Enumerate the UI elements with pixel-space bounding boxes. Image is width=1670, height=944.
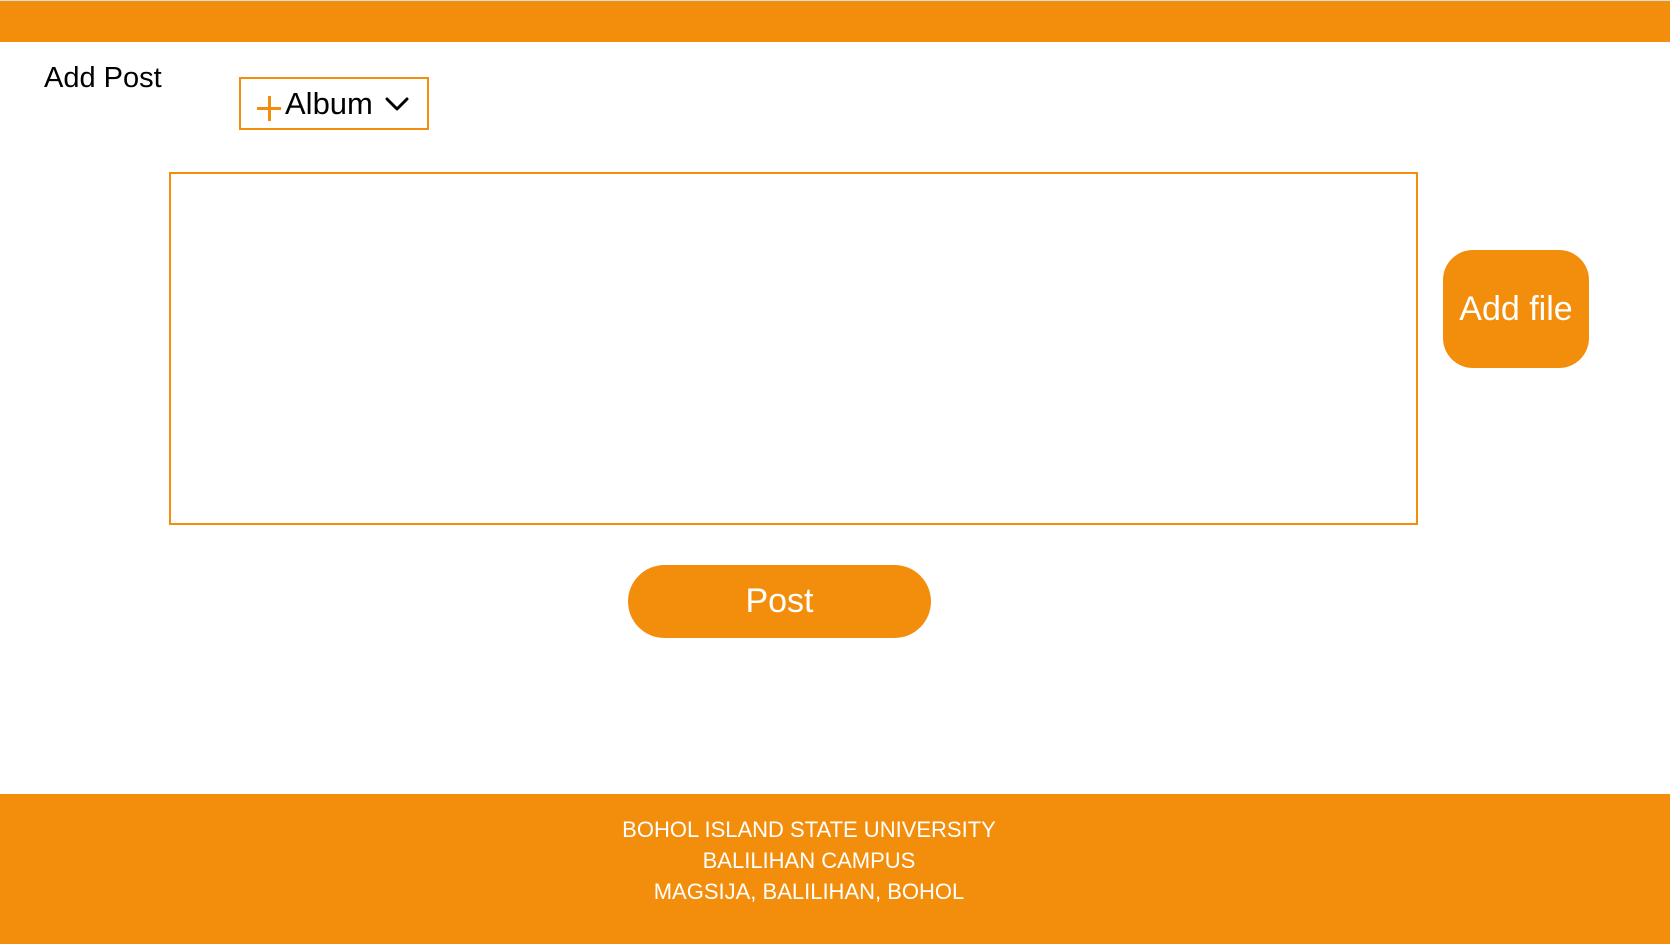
footer-campus-name: BALILIHAN CAMPUS — [702, 848, 916, 873]
album-dropdown-button[interactable]: Album — [239, 77, 429, 130]
add-file-button[interactable]: Add file — [1443, 250, 1589, 368]
top-bar — [0, 0, 1670, 42]
page-title: Add Post — [44, 62, 162, 94]
footer-address: MAGSIJA, BALILIHAN, BOHOL — [653, 879, 965, 904]
plus-icon — [257, 95, 283, 122]
post-button[interactable]: Post — [628, 565, 931, 638]
chevron-down-icon — [385, 97, 409, 110]
footer: BOHOL ISLAND STATE UNIVERSITY BALILIHAN … — [0, 794, 1670, 944]
add-post-page: Add Post Album Add file Post BOHOL ISLAN… — [0, 0, 1670, 944]
post-content-textarea[interactable] — [169, 172, 1418, 525]
album-label: Album — [285, 85, 373, 121]
footer-university-name: BOHOL ISLAND STATE UNIVERSITY — [622, 817, 996, 842]
